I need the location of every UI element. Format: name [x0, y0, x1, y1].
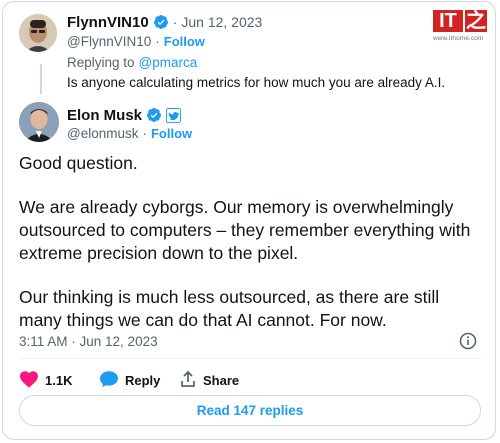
tweet-timestamp[interactable]: 3:11 AM · Jun 12, 2023	[19, 334, 158, 349]
heart-icon	[19, 370, 39, 391]
follow-flynnvin10-button[interactable]: Follow	[164, 34, 205, 49]
verified-badge-icon	[146, 106, 162, 124]
ithome-logo: IT 之	[433, 10, 489, 32]
main-author-name[interactable]: Elon Musk	[67, 107, 142, 124]
tweet-card: FlynnVIN10 · Jun 12, 2023 @FlynnVIN10 · …	[2, 1, 496, 440]
reply-header: FlynnVIN10 · Jun 12, 2023	[67, 13, 262, 31]
reply-separator: ·	[172, 14, 178, 30]
reply-label: Reply	[125, 373, 161, 388]
reply-text: Is anyone calculating metrics for how mu…	[67, 75, 446, 90]
watermark-url: www.ithome.com	[433, 35, 484, 42]
like-count: 1.1K	[45, 373, 73, 388]
follow-elonmusk-button[interactable]: Follow	[151, 126, 192, 141]
reply-handle-row: @FlynnVIN10 · Follow	[67, 34, 205, 49]
main-handle[interactable]: @elonmusk	[67, 126, 138, 141]
tweet-paragraph: Good question.	[19, 153, 138, 173]
share-label: Share	[203, 373, 240, 388]
main-header: Elon Musk	[67, 106, 182, 124]
watermark-logo-char: 之	[465, 10, 487, 32]
share-button[interactable]: Share	[179, 370, 239, 391]
tweet-paragraph: We are already cyborgs. Our memory is ov…	[19, 197, 471, 263]
flynnvin10-avatar[interactable]	[19, 14, 57, 52]
tweet-paragraph: Our thinking is much less outsourced, as…	[19, 287, 440, 330]
replying-to-row: Replying to @pmarca	[67, 55, 197, 70]
replying-to-label: Replying to	[67, 55, 135, 70]
reply-handle[interactable]: @FlynnVIN10	[67, 34, 151, 49]
speech-bubble-icon	[99, 370, 119, 391]
dot-separator: ·	[155, 34, 160, 49]
reply-author-name[interactable]: FlynnVIN10	[67, 14, 149, 31]
like-button[interactable]: 1.1K	[19, 370, 72, 391]
share-icon	[179, 370, 197, 391]
reply-button[interactable]: Reply	[99, 370, 160, 391]
dot-separator: ·	[142, 126, 147, 141]
elonmusk-avatar[interactable]	[19, 102, 59, 142]
read-replies-button[interactable]: Read 147 replies	[19, 395, 481, 426]
divider	[19, 358, 481, 359]
twitter-affiliate-icon[interactable]	[166, 107, 182, 123]
info-icon[interactable]	[459, 332, 477, 355]
thread-connector-line	[40, 64, 42, 94]
replying-to-handle[interactable]: @pmarca	[139, 55, 198, 70]
tweet-body: Good question. We are already cyborgs. O…	[19, 152, 481, 353]
main-handle-row: @elonmusk · Follow	[67, 126, 192, 141]
reply-date[interactable]: Jun 12, 2023	[181, 14, 262, 30]
ithome-watermark: IT 之 www.ithome.com	[433, 10, 489, 42]
verified-badge-icon	[153, 13, 169, 31]
watermark-logo-text: IT	[433, 10, 463, 32]
